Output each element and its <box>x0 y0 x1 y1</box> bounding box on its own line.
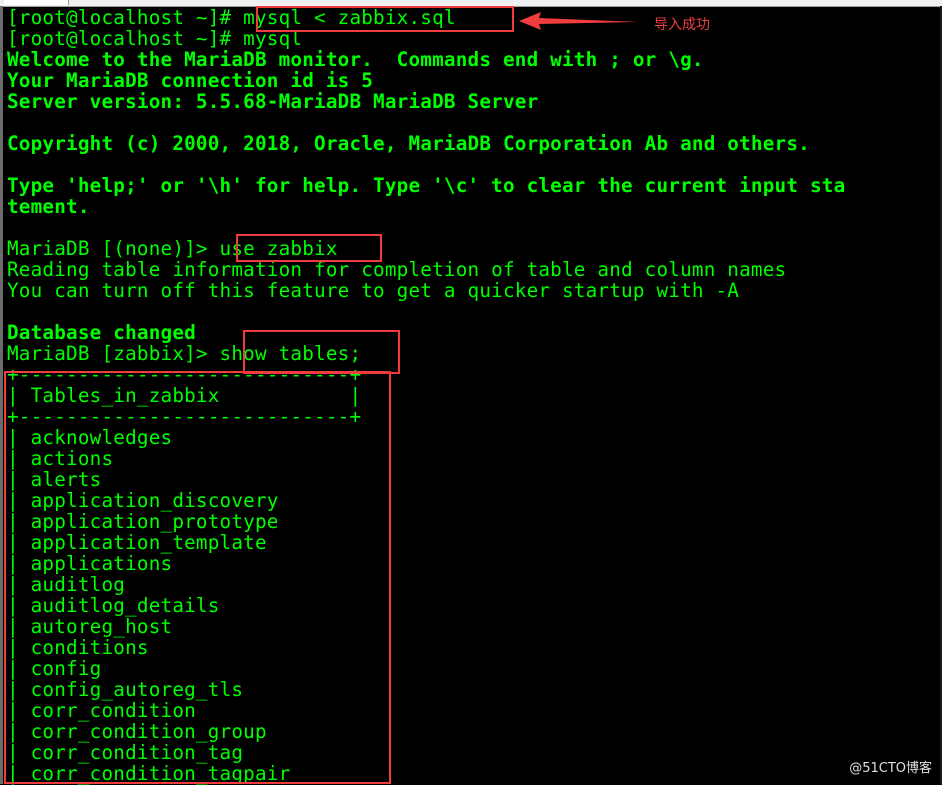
highlight-show-tables <box>243 330 400 374</box>
terminal-line: Type 'help;' or '\h' for help. Type '\c'… <box>7 174 846 197</box>
terminal-line: You can turn off this feature to get a q… <box>7 279 740 302</box>
session-tab[interactable] <box>4 0 69 5</box>
terminal-line: Server version: 5.5.68-MariaDB MariaDB S… <box>7 90 539 113</box>
terminal-line: MariaDB [zabbix]> show tables; <box>7 342 362 365</box>
highlight-import-command <box>256 6 514 32</box>
terminal-line: Reading table information for completion… <box>7 258 787 281</box>
terminal-line: Database changed <box>7 321 196 344</box>
terminal-line: Your MariaDB connection id is 5 <box>7 69 374 92</box>
terminal-line: Welcome to the MariaDB monitor. Commands… <box>7 48 704 71</box>
terminal-line: Copyright (c) 2000, 2018, Oracle, MariaD… <box>7 132 810 155</box>
window-left-border <box>0 6 3 784</box>
terminal-line: MariaDB [(none)]> use zabbix <box>7 237 338 260</box>
highlight-tables-list <box>4 371 391 784</box>
watermark: @51CTO博客 <box>849 761 932 776</box>
import-success-label: 导入成功 <box>654 17 710 33</box>
highlight-use-zabbix <box>236 234 382 262</box>
terminal-line: tement. <box>7 195 90 218</box>
arrow-left-icon <box>519 12 639 30</box>
